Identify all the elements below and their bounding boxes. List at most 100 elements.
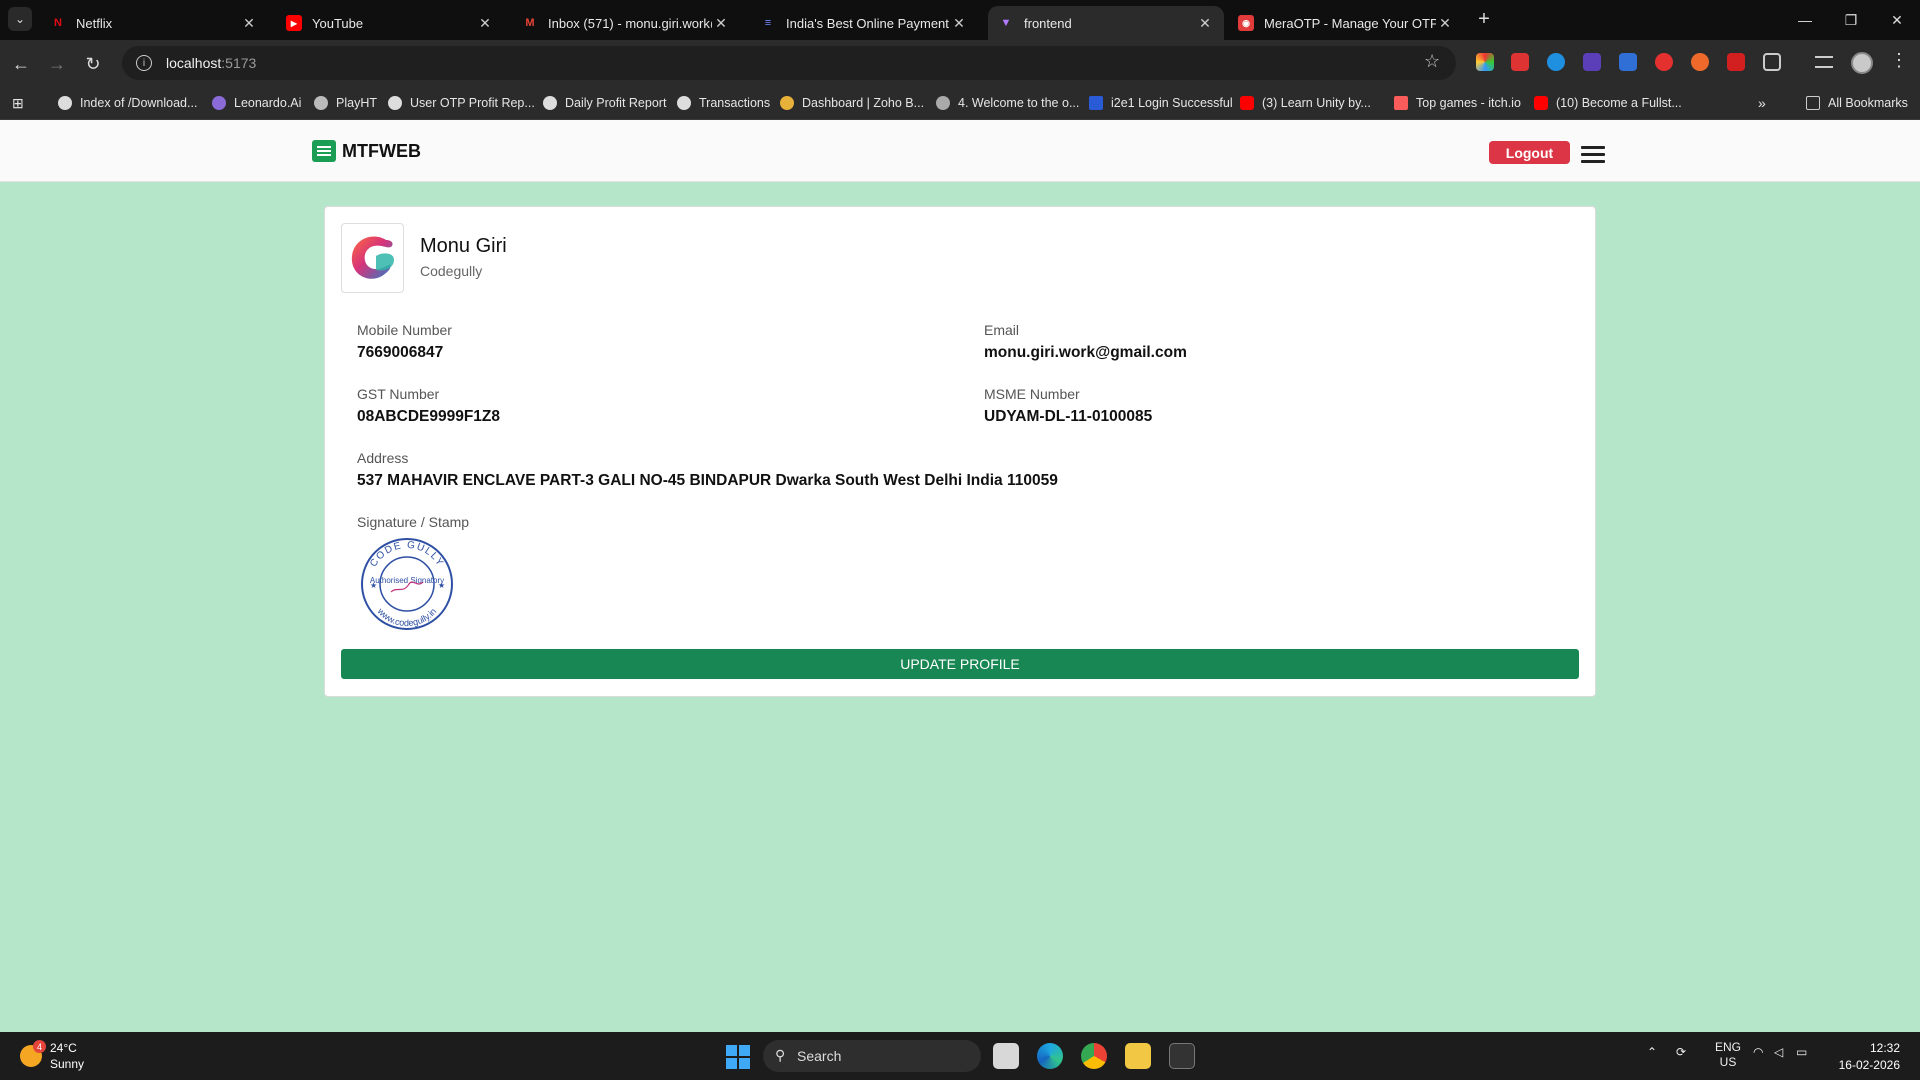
chrome-icon[interactable] xyxy=(1081,1043,1107,1069)
bookmark-item[interactable]: 4. Welcome to the o... xyxy=(936,91,1079,115)
youtube-icon xyxy=(1534,96,1548,110)
bookmark-item[interactable]: Dashboard | Zoho B... xyxy=(780,91,924,115)
course-icon xyxy=(936,96,950,110)
close-icon[interactable]: ✕ xyxy=(1436,15,1454,32)
chat-logo-icon xyxy=(312,140,336,162)
company-logo xyxy=(341,223,404,293)
extension-translate-icon[interactable] xyxy=(1619,53,1637,71)
close-icon[interactable]: ✕ xyxy=(1196,15,1214,32)
restore-button[interactable]: ❐ xyxy=(1828,0,1874,40)
extensions-puzzle-icon[interactable] xyxy=(1763,53,1781,71)
bookmark-item[interactable]: Transactions xyxy=(677,91,770,115)
extension-gift-icon[interactable] xyxy=(1511,53,1529,71)
weather-temp: 24°C xyxy=(50,1041,77,1055)
bookmark-label: Leonardo.Ai xyxy=(234,96,302,110)
tab-title: YouTube xyxy=(312,15,364,31)
taskbar-search[interactable]: ⚲ Search xyxy=(763,1040,981,1072)
tab-payment[interactable]: ≡ India's Best Online Payment Ga ✕ xyxy=(750,6,978,40)
address-bar[interactable]: i localhost:5173 xyxy=(122,46,1456,80)
bookmark-item[interactable]: (3) Learn Unity by... xyxy=(1240,91,1371,115)
tab-gmail[interactable]: M Inbox (571) - monu.giri.work@g ✕ xyxy=(512,6,740,40)
bookmark-label: Daily Profit Report xyxy=(565,96,667,110)
tray-overflow-icon[interactable]: ⌃ xyxy=(1647,1045,1657,1059)
search-placeholder: Search xyxy=(797,1048,842,1064)
bookmark-item[interactable]: Index of /Download... xyxy=(58,91,197,115)
browser-menu-icon[interactable]: ⋮ xyxy=(1890,50,1908,71)
itch-icon xyxy=(1394,96,1408,110)
tab-youtube[interactable]: ▶ YouTube ✕ xyxy=(276,6,504,40)
tab-search-icon[interactable]: ⌄ xyxy=(8,7,32,31)
bookmark-item[interactable]: Top games - itch.io xyxy=(1394,91,1521,115)
tab-title: Netflix xyxy=(76,15,113,31)
bookmark-item[interactable]: (10) Become a Fullst... xyxy=(1534,91,1682,115)
site-info-icon[interactable]: i xyxy=(136,55,152,71)
zoho-icon xyxy=(780,96,794,110)
sync-icon[interactable]: ⟳ xyxy=(1676,1045,1686,1059)
profile-company: Codegully xyxy=(420,263,483,279)
leonardo-icon xyxy=(212,96,226,110)
windows-start-icon[interactable] xyxy=(726,1045,750,1069)
volume-icon[interactable]: ◁ xyxy=(1774,1045,1783,1059)
tab-meraotp[interactable]: ◉ MeraOTP - Manage Your OTP S ✕ xyxy=(1228,6,1464,40)
bookmark-item[interactable]: User OTP Profit Rep... xyxy=(388,91,535,115)
weather-desc: Sunny xyxy=(50,1057,85,1071)
hamburger-menu-icon[interactable] xyxy=(1581,146,1605,164)
logout-button[interactable]: Logout xyxy=(1489,141,1570,164)
extension-pdf-icon[interactable] xyxy=(1727,53,1745,71)
terminal-icon[interactable] xyxy=(1169,1043,1195,1069)
globe-icon xyxy=(388,96,402,110)
language-indicator[interactable]: ENG US xyxy=(1714,1040,1742,1070)
close-icon[interactable]: ✕ xyxy=(950,15,968,32)
signature-stamp: CODE GULLY www.codegully.in Authorised S… xyxy=(357,536,457,632)
meraotp-icon: ◉ xyxy=(1238,15,1254,31)
file-explorer-icon[interactable] xyxy=(1125,1043,1151,1069)
task-view-icon[interactable] xyxy=(993,1043,1019,1069)
bookmark-item[interactable]: Leonardo.Ai xyxy=(212,91,301,115)
svg-text:Authorised Signatory: Authorised Signatory xyxy=(370,576,444,585)
playht-icon xyxy=(314,96,328,110)
back-button[interactable]: ← xyxy=(8,51,34,77)
extension-badge-icon[interactable] xyxy=(1583,53,1601,71)
bookmark-star-icon[interactable]: ☆ xyxy=(1424,51,1440,72)
all-bookmarks-folder[interactable]: All Bookmarks xyxy=(1806,91,1908,115)
address-host: localhost xyxy=(166,55,222,71)
update-profile-button[interactable]: UPDATE PROFILE xyxy=(341,649,1579,679)
close-icon[interactable]: ✕ xyxy=(240,15,258,32)
more-bookmarks-icon[interactable]: » xyxy=(1758,91,1766,115)
extension-red-icon[interactable] xyxy=(1655,53,1673,71)
tab-netflix[interactable]: N Netflix ✕ xyxy=(40,6,268,40)
tab-frontend[interactable]: ▼ frontend ✕ xyxy=(988,6,1224,40)
forward-button[interactable]: → xyxy=(44,51,70,77)
bookmark-item[interactable]: i2e1 Login Successful xyxy=(1089,91,1233,115)
battery-icon[interactable]: ▭ xyxy=(1796,1045,1807,1059)
extension-orange-icon[interactable] xyxy=(1691,53,1709,71)
i2e1-icon xyxy=(1089,96,1103,110)
new-tab-button[interactable]: + xyxy=(1472,8,1496,31)
bookmark-label: All Bookmarks xyxy=(1828,96,1908,110)
apps-grid-icon[interactable]: ⊞ xyxy=(12,91,24,115)
close-window-button[interactable]: ✕ xyxy=(1874,0,1920,40)
bookmark-item[interactable]: Daily Profit Report xyxy=(543,91,666,115)
svg-text:www.codegully.in: www.codegully.in xyxy=(375,605,438,628)
extension-color-icon[interactable] xyxy=(1476,53,1494,71)
bookmark-label: (10) Become a Fullst... xyxy=(1556,96,1682,110)
bookmark-label: Dashboard | Zoho B... xyxy=(802,96,925,110)
tab-title: Inbox (571) - monu.giri.work@g xyxy=(548,15,712,31)
clock-time: 12:32 xyxy=(1869,1041,1900,1055)
reload-button[interactable]: ↻ xyxy=(80,51,106,77)
wifi-icon[interactable]: ◠ xyxy=(1753,1045,1763,1059)
svg-text:CODE GULLY: CODE GULLY xyxy=(368,540,446,569)
reading-list-icon[interactable] xyxy=(1815,56,1833,68)
edge-icon[interactable] xyxy=(1037,1043,1063,1069)
close-icon[interactable]: ✕ xyxy=(476,15,494,32)
signature-label: Signature / Stamp xyxy=(357,514,470,530)
profile-avatar[interactable] xyxy=(1851,52,1873,74)
brand[interactable]: MTFWEB xyxy=(312,140,421,162)
address-value: 537 MAHAVIR ENCLAVE PART-3 GALI NO-45 BI… xyxy=(357,472,1058,489)
extension-circle-icon[interactable] xyxy=(1547,53,1565,71)
email-value: monu.giri.work@gmail.com xyxy=(984,344,1187,361)
minimize-button[interactable]: — xyxy=(1782,0,1828,40)
bookmark-item[interactable]: PlayHT xyxy=(314,91,377,115)
close-icon[interactable]: ✕ xyxy=(712,15,730,32)
clock[interactable]: 12:32 16-02-2026 xyxy=(1836,1040,1900,1074)
